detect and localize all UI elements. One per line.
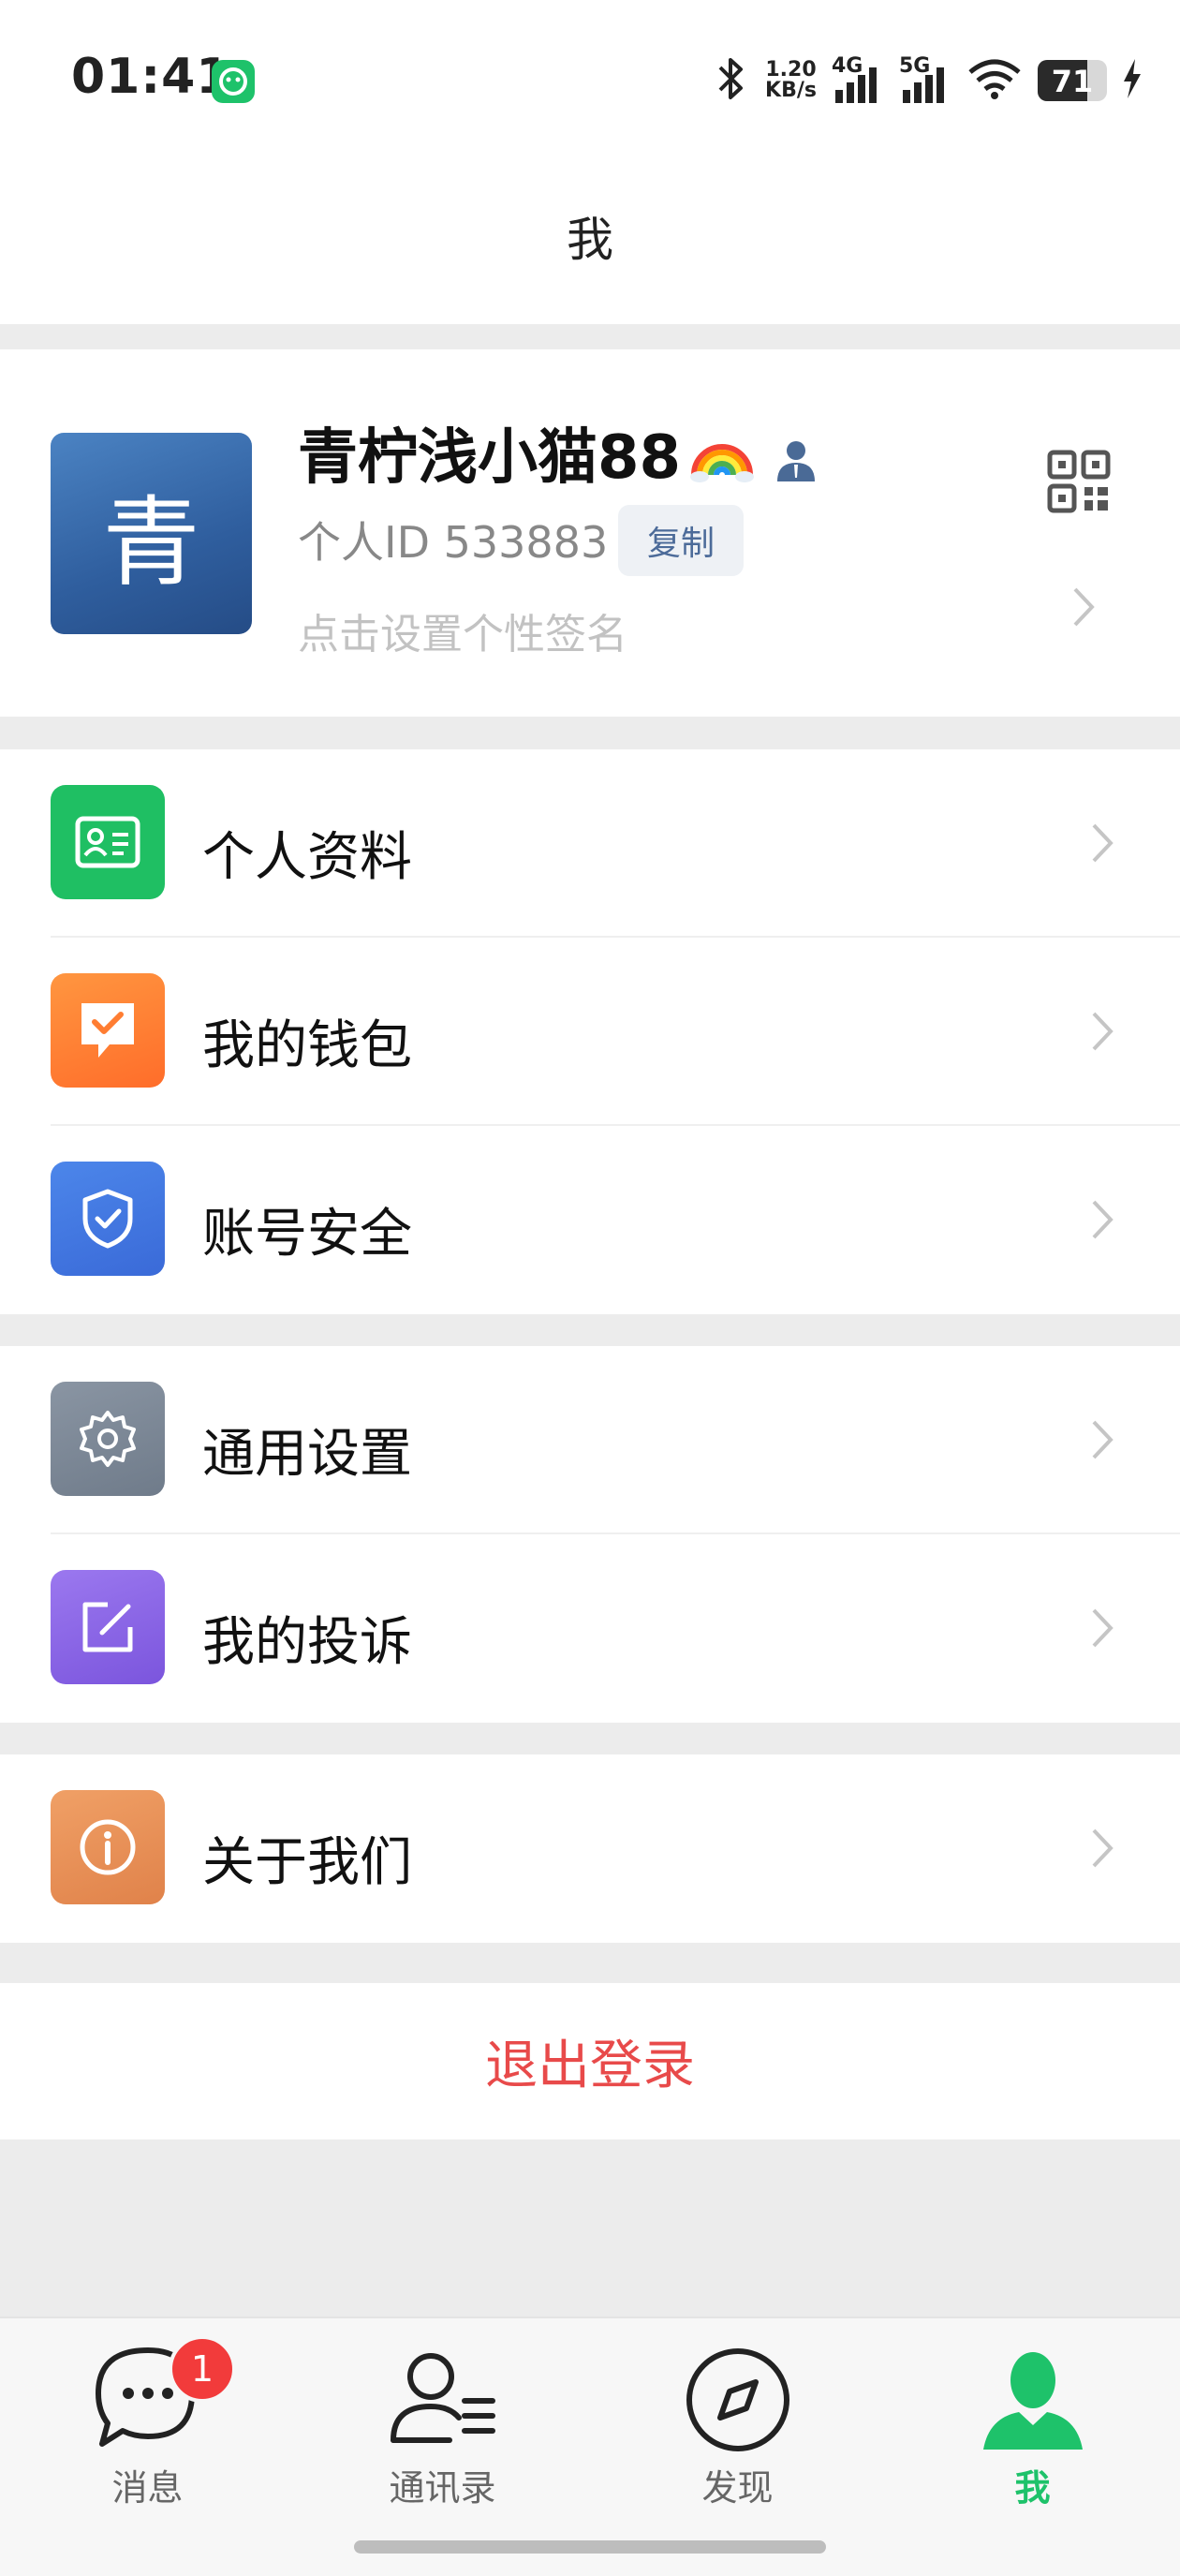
- tab-discover[interactable]: 发现: [590, 2318, 885, 2524]
- nav-bar: 我: [0, 159, 1180, 324]
- logout-button[interactable]: 退出登录: [0, 1983, 1180, 2139]
- avatar[interactable]: 青: [51, 433, 252, 634]
- signal-bars-icon: [835, 67, 877, 103]
- chevron-right-icon: [1086, 820, 1118, 866]
- wallet-icon: [81, 1003, 134, 1058]
- shield-icon: [82, 1189, 133, 1249]
- net-speed-unit: KB/s: [765, 79, 817, 102]
- battery-percent: 71: [1051, 64, 1094, 99]
- chevron-right-icon: [1086, 1008, 1118, 1055]
- page-title: 我: [567, 213, 613, 267]
- menu-item-about[interactable]: 关于我们: [0, 1754, 1180, 1943]
- id-card-icon: [75, 816, 140, 868]
- signal-bars-icon: [903, 67, 944, 103]
- profile-name: 青柠浅小猫88: [298, 423, 682, 493]
- menu-item-complaints[interactable]: 我的投诉: [0, 1534, 1180, 1723]
- net-speed-value: 1.20: [765, 58, 817, 81]
- signature-placeholder[interactable]: 点击设置个性签名: [298, 600, 627, 660]
- compass-icon: [677, 2339, 799, 2461]
- menu-item-label: 我的投诉: [202, 1612, 412, 1673]
- chevron-right-icon: [1086, 1605, 1118, 1651]
- profile-chevron-icon: [1068, 584, 1099, 630]
- tab-label: 发现: [701, 2467, 774, 2509]
- menu-icon-bg: [51, 1570, 165, 1684]
- gear-icon: [80, 1411, 136, 1467]
- tab-messages[interactable]: 1 消息: [0, 2318, 295, 2524]
- signal-5g: 5G: [899, 56, 951, 105]
- verified-person-icon: [773, 429, 819, 481]
- tab-label: 消息: [111, 2467, 184, 2509]
- contacts-icon: [382, 2339, 504, 2461]
- battery-indicator: 71: [1038, 60, 1107, 101]
- menu-icon-bg: [51, 785, 165, 899]
- app-notification-icon: [212, 60, 255, 103]
- menu-item-label: 我的钱包: [202, 1015, 412, 1076]
- menu-item-wallet[interactable]: 我的钱包: [0, 938, 1180, 1126]
- tab-bar: 1 消息 通讯录 发现 我: [0, 2317, 1180, 2576]
- menu-icon-bg: [51, 973, 165, 1088]
- menu-item-security[interactable]: 账号安全: [0, 1126, 1180, 1314]
- home-indicator[interactable]: [354, 2540, 826, 2554]
- signal-4g: 4G: [832, 56, 884, 105]
- menu-item-label: 关于我们: [202, 1832, 412, 1893]
- menu-icon-bg: [51, 1162, 165, 1276]
- chevron-right-icon: [1086, 1196, 1118, 1243]
- menu-icon-bg: [51, 1382, 165, 1496]
- profile-id: 个人ID 533883: [298, 517, 609, 568]
- status-bar: 01:41 1.20 KB/s 4G 5G 71: [0, 0, 1180, 159]
- tab-label: 我: [1014, 2467, 1051, 2509]
- unread-badge: 1: [169, 2335, 236, 2403]
- menu-group-settings: 通用设置 我的投诉: [0, 1346, 1180, 1723]
- menu-item-label: 通用设置: [202, 1424, 412, 1485]
- bluetooth-icon: [713, 54, 750, 107]
- menu-item-label: 账号安全: [202, 1204, 412, 1265]
- tab-label: 通讯录: [389, 2467, 496, 2509]
- profile-card[interactable]: 青 青柠浅小猫88 个人ID 533883 复制 点击设置个性签名: [0, 349, 1180, 717]
- profile-name-row: 青柠浅小猫88: [298, 409, 819, 496]
- copy-id-button[interactable]: 复制: [618, 505, 744, 576]
- menu-group-account: 个人资料 我的钱包 账号安全: [0, 749, 1180, 1314]
- person-icon: [972, 2339, 1094, 2461]
- rainbow-emoji-icon: [688, 419, 756, 486]
- net-speed: 1.20 KB/s: [765, 60, 817, 101]
- menu-item-label: 个人资料: [202, 827, 412, 888]
- wifi-icon: [966, 57, 1023, 104]
- avatar-text: 青: [102, 485, 200, 600]
- chevron-right-icon: [1086, 1416, 1118, 1463]
- menu-item-general-settings[interactable]: 通用设置: [0, 1346, 1180, 1534]
- status-indicators: 1.20 KB/s 4G 5G 71: [713, 52, 1143, 109]
- tab-contacts[interactable]: 通讯录: [295, 2318, 590, 2524]
- menu-icon-bg: [51, 1790, 165, 1904]
- menu-item-profile[interactable]: 个人资料: [0, 749, 1180, 938]
- edit-icon: [82, 1602, 133, 1652]
- status-time: 01:41: [71, 49, 231, 105]
- chevron-right-icon: [1086, 1825, 1118, 1872]
- qr-code-icon[interactable]: [1047, 450, 1111, 513]
- tab-me[interactable]: 我: [885, 2318, 1180, 2524]
- menu-group-about: 关于我们: [0, 1754, 1180, 1943]
- info-icon: [80, 1819, 136, 1875]
- charging-icon: [1122, 57, 1143, 104]
